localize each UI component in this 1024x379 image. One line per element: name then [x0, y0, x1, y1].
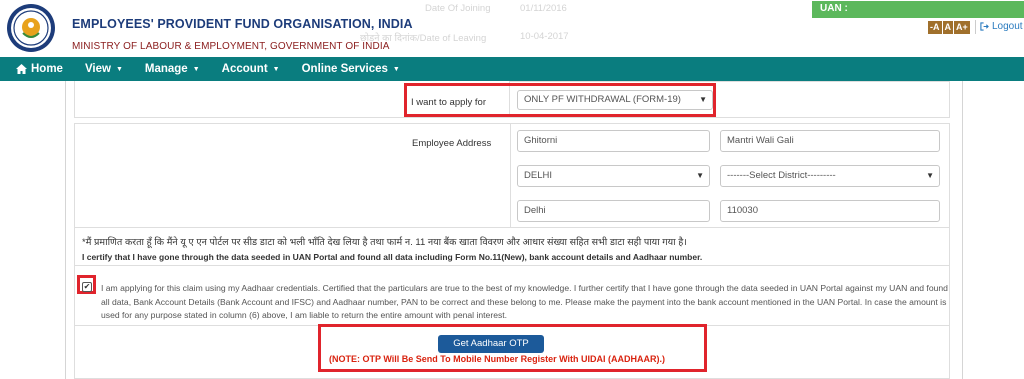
certification-english: I certify that I have gone through the d…	[82, 252, 703, 262]
declaration-checkbox[interactable]: ✔	[82, 282, 92, 292]
logout-label: Logout	[992, 21, 1023, 32]
org-title: EMPLOYEES' PROVIDENT FUND ORGANISATION, …	[72, 17, 413, 31]
logout-icon	[980, 22, 989, 31]
ghost-date-leaving-label: छोड़ने का दिनांक/Date of Leaving	[360, 33, 487, 44]
district-value: -------Select District---------	[727, 170, 836, 181]
font-normal-button[interactable]: A	[942, 21, 953, 34]
caret-down-icon: ▼	[272, 65, 280, 73]
font-size-controls: -A A A+	[928, 21, 970, 34]
font-increase-button[interactable]: A+	[954, 21, 970, 34]
state-select[interactable]: DELHI ▼	[517, 165, 710, 187]
content-frame-left	[65, 81, 66, 379]
content-frame-right	[962, 81, 963, 379]
nav-manage-label: Manage	[144, 63, 188, 75]
nav-online-services[interactable]: Online Services ▼	[302, 63, 400, 75]
highlight-apply-for	[404, 83, 716, 117]
uan-badge: UAN :	[812, 1, 1024, 18]
declaration-text: I am applying for this claim using my Aa…	[101, 283, 948, 320]
epfo-logo	[7, 4, 55, 52]
caret-down-icon: ▼	[392, 65, 400, 73]
home-icon	[16, 64, 27, 74]
site-header: EMPLOYEES' PROVIDENT FUND ORGANISATION, …	[0, 0, 1024, 57]
certification-hindi: *मैं प्रमाणित करता हूँ कि मैंने यू ए एन …	[82, 237, 687, 248]
ghost-date-joining-value: 01/11/2016	[520, 3, 567, 14]
state-value: DELHI	[524, 170, 552, 181]
address-line2-input[interactable]: Mantri Wali Gali	[720, 130, 940, 152]
ministry-name: MINISTRY OF LABOUR & EMPLOYMENT, GOVERNM…	[72, 41, 390, 52]
ghost-date-joining-label: Date Of Joining	[425, 3, 491, 14]
nav-account[interactable]: Account ▼	[222, 63, 280, 75]
chevron-down-icon: ▼	[696, 171, 704, 180]
nav-view[interactable]: View ▼	[85, 63, 123, 75]
district-select[interactable]: -------Select District--------- ▼	[720, 165, 940, 187]
main-navbar: Home View ▼ Manage ▼ Account ▼ Online Servi…	[0, 57, 1024, 81]
city-input[interactable]: Delhi	[517, 200, 710, 222]
font-decrease-button[interactable]: -A	[928, 21, 942, 34]
nav-view-label: View	[84, 63, 111, 75]
nav-online-services-label: Online Services	[301, 63, 388, 75]
nav-home-label: Home	[31, 63, 63, 75]
nav-account-label: Account	[221, 63, 268, 75]
get-aadhaar-otp-button[interactable]: Get Aadhaar OTP	[438, 335, 544, 353]
otp-note: (NOTE: OTP Will Be Send To Mobile Number…	[329, 354, 666, 364]
logout-link[interactable]: Logout	[975, 20, 1023, 34]
logout-divider	[975, 20, 976, 34]
address-line1-input[interactable]: Ghitorni	[517, 130, 710, 152]
nav-home[interactable]: Home	[16, 63, 63, 75]
caret-down-icon: ▼	[115, 65, 123, 73]
caret-down-icon: ▼	[192, 65, 200, 73]
nav-manage[interactable]: Manage ▼	[145, 63, 200, 75]
pincode-input[interactable]: 110030	[720, 200, 940, 222]
chevron-down-icon: ▼	[926, 171, 934, 180]
address-label: Employee Address	[412, 138, 492, 149]
ghost-date-leaving-value: 10-04-2017	[520, 31, 569, 42]
